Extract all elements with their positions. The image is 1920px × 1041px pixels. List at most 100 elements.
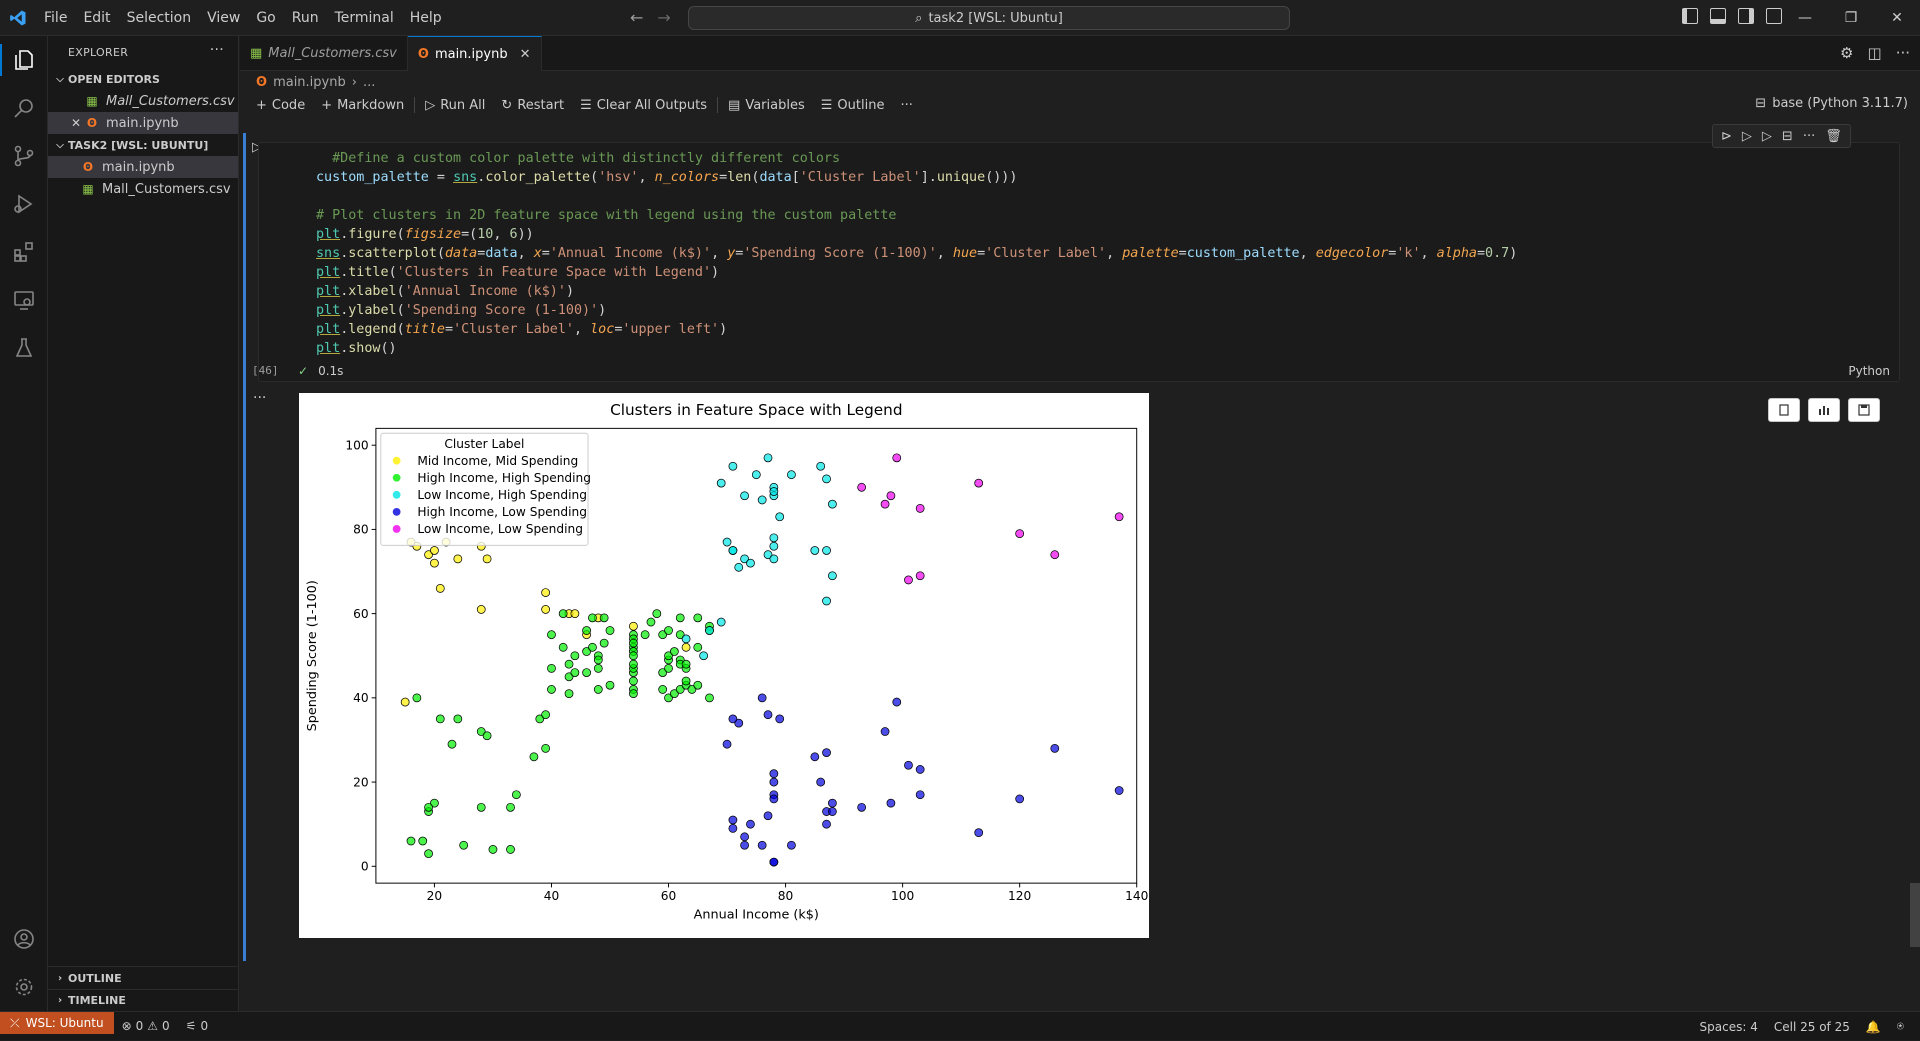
data-point <box>763 710 773 720</box>
cell-position-indicator[interactable]: Cell 25 of 25 <box>1766 1020 1858 1034</box>
add-markdown-cell-button[interactable]: + Markdown <box>313 94 412 116</box>
toggle-sidebar-icon[interactable] <box>1682 8 1698 24</box>
run-below-icon[interactable]: ▷ <box>1762 129 1772 144</box>
data-point <box>822 748 831 757</box>
x-tick-label: 100 <box>891 889 914 903</box>
output-more-icon[interactable]: ··· <box>253 390 266 406</box>
code-line: #Define a custom color palette with dist… <box>316 151 841 166</box>
split-cell-icon[interactable]: ⊟ <box>1782 129 1793 144</box>
notifications-bell-icon[interactable]: 🔔 <box>1858 1020 1889 1034</box>
accounts-icon[interactable] <box>0 915 48 963</box>
command-center[interactable]: ⌕ task2 [WSL: Ubuntu] <box>688 6 1290 30</box>
data-point <box>605 626 615 635</box>
menu-terminal[interactable]: Terminal <box>327 0 402 36</box>
breadcrumb-rest[interactable]: ... <box>363 75 375 90</box>
data-point <box>810 752 820 762</box>
run-debug-icon[interactable] <box>0 180 48 228</box>
y-tick-label: 40 <box>353 691 369 705</box>
save-output-icon[interactable] <box>1848 398 1880 422</box>
menu-edit[interactable]: Edit <box>75 0 118 36</box>
more-actions-icon[interactable]: ··· <box>1896 44 1910 62</box>
data-point <box>453 714 463 724</box>
close-icon[interactable]: ✕ <box>68 116 84 130</box>
remote-indicator[interactable]: ⤫ WSL: Ubuntu <box>0 1012 114 1034</box>
extensions-icon[interactable] <box>0 228 48 276</box>
menu-help[interactable]: Help <box>402 0 450 36</box>
run-all-button[interactable]: ▷ Run All <box>417 94 493 116</box>
menu-go[interactable]: Go <box>248 0 283 36</box>
tab-mall-customers-csv[interactable]: ▦ Mall_Customers.csv <box>240 36 408 71</box>
more-actions-icon[interactable]: ··· <box>892 94 920 116</box>
more-actions-icon[interactable]: ··· <box>210 42 224 58</box>
run-above-icon[interactable]: ⊳ <box>1721 129 1732 144</box>
ports-icon: ⚟ <box>185 1019 197 1033</box>
kernel-picker[interactable]: ⊟ base (Python 3.11.7) <box>1755 96 1908 111</box>
breadcrumb-file[interactable]: main.ipynb <box>273 75 346 90</box>
workspace-file-item[interactable]: ▦ Mall_Customers.csv <box>48 178 238 200</box>
menu-file[interactable]: File <box>36 0 75 36</box>
variables-button[interactable]: ▤ Variables <box>720 94 813 116</box>
data-point <box>681 634 691 644</box>
back-arrow-icon[interactable]: ← <box>630 8 643 27</box>
open-plot-viewer-icon[interactable] <box>1808 398 1840 422</box>
data-point <box>629 659 638 669</box>
data-point <box>646 617 656 627</box>
forward-arrow-icon[interactable]: → <box>657 8 670 27</box>
customize-layout-icon[interactable] <box>1766 8 1782 24</box>
data-point <box>453 554 463 564</box>
data-point <box>511 790 521 800</box>
run-cell-icon[interactable]: ▷ <box>1742 129 1752 144</box>
code-line: sns.scatterplot(data=data, x='Annual Inc… <box>316 246 1518 261</box>
workspace-header[interactable]: ⌵ TASK2 [WSL: UBUNTU] <box>48 134 238 156</box>
delete-cell-icon[interactable]: 🗑 <box>1825 129 1842 144</box>
search-icon[interactable] <box>0 84 48 132</box>
data-point <box>716 478 726 488</box>
data-point <box>828 807 837 816</box>
data-point <box>582 668 591 677</box>
copilot-icon[interactable]: ⍟ <box>1889 1019 1912 1034</box>
data-point <box>763 453 773 463</box>
add-code-cell-button[interactable]: + Code <box>248 94 313 116</box>
menu-selection[interactable]: Selection <box>119 0 200 36</box>
code-line: plt.show() <box>316 341 397 356</box>
minimize-icon[interactable]: — <box>1782 0 1828 36</box>
clear-all-outputs-button[interactable]: ☰ Clear All Outputs <box>572 94 715 116</box>
data-point <box>787 840 796 850</box>
problems-indicator[interactable]: ⊗ 0 ⚠ 0 <box>114 1019 178 1033</box>
outline-button[interactable]: ☰ Outline <box>813 94 893 116</box>
menu-run[interactable]: Run <box>284 0 327 36</box>
copy-output-icon[interactable] <box>1768 398 1800 422</box>
workspace-file-item[interactable]: ʘ main.ipynb <box>48 156 238 178</box>
restore-icon[interactable]: ❐ <box>1828 0 1874 36</box>
testing-icon[interactable] <box>0 324 48 372</box>
open-editor-item[interactable]: ▦ Mall_Customers.csv <box>48 90 238 112</box>
split-editor-icon[interactable]: ◫ <box>1868 44 1882 62</box>
close-icon[interactable]: ✕ <box>520 47 531 62</box>
ports-indicator[interactable]: ⚟ 0 <box>178 1019 216 1033</box>
restart-button[interactable]: ↻ Restart <box>493 94 572 116</box>
tab-main-ipynb[interactable]: ʘ main.ipynb ✕ <box>407 36 542 71</box>
timeline-header[interactable]: › TIMELINE <box>48 989 239 1011</box>
open-editor-item[interactable]: ✕ ʘ main.ipynb <box>48 112 238 134</box>
toggle-panel-icon[interactable] <box>1710 8 1726 24</box>
data-point <box>769 777 779 787</box>
toggle-secondary-sidebar-icon[interactable] <box>1738 8 1754 24</box>
more-actions-icon[interactable]: ··· <box>1803 129 1815 144</box>
explorer-icon[interactable] <box>0 36 48 84</box>
cell-language[interactable]: Python <box>1848 364 1890 378</box>
close-window-icon[interactable]: ✕ <box>1874 0 1920 36</box>
settings-gear-icon[interactable] <box>0 963 48 1011</box>
open-editors-header[interactable]: ⌵ OPEN EDITORS <box>48 68 238 90</box>
settings-gear-icon[interactable]: ⚙ <box>1840 44 1853 62</box>
outline-header[interactable]: › OUTLINE <box>48 967 239 989</box>
data-point <box>681 676 691 686</box>
data-point <box>506 845 515 854</box>
remote-explorer-icon[interactable] <box>0 276 48 324</box>
data-point <box>880 727 890 736</box>
menu-view[interactable]: View <box>199 0 248 36</box>
indentation-indicator[interactable]: Spaces: 4 <box>1692 1020 1766 1034</box>
source-control-icon[interactable] <box>0 132 48 180</box>
data-point <box>529 752 539 762</box>
scrollbar[interactable] <box>1910 883 1920 947</box>
data-point <box>722 739 732 749</box>
